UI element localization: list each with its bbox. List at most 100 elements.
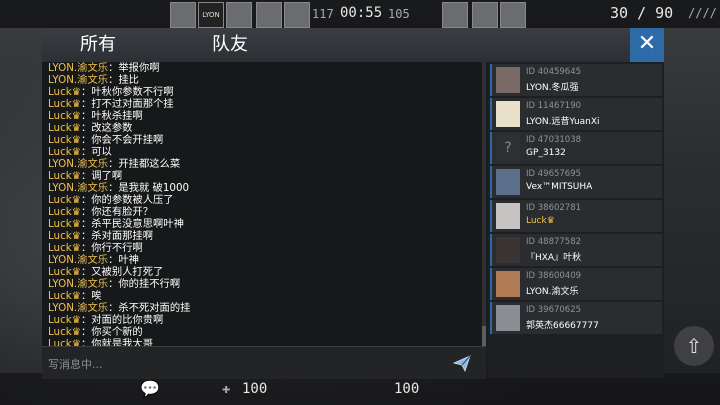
chat-sender-name[interactable]: Luck♛ (48, 218, 81, 230)
chat-separator: ： (80, 266, 92, 278)
chat-sender-name[interactable]: Luck♛ (48, 122, 81, 134)
chat-sender-name[interactable]: Luck♛ (48, 110, 81, 122)
player-card[interactable]: ? ID 47031038 GP_3132 (490, 132, 662, 164)
chat-message-text: 叶秋你参数不行啊 (91, 86, 174, 98)
player-card[interactable]: ID 40459645 LYON.冬瓜强 (490, 64, 662, 96)
player-card[interactable]: ID 39670625 郭英杰66667777 (490, 302, 662, 334)
jump-button[interactable]: ⇧ (674, 326, 714, 366)
chat-message-text: 对面的比你贵啊 (91, 314, 164, 326)
chat-sender-name[interactable]: Luck♛ (48, 242, 81, 254)
chat-message-text: 你买个新的 (91, 326, 143, 338)
chat-message-text: 你会不会开挂啊 (91, 134, 164, 146)
chat-separator: ： (80, 326, 92, 338)
player-id: ID 39670625 (526, 305, 582, 315)
chat-separator: ： (80, 98, 92, 110)
chat-sender-name[interactable]: LYON.渝文乐 (48, 62, 108, 74)
chat-sender-name[interactable]: Luck♛ (48, 194, 81, 206)
chat-message: Luck♛：你的参数被人压了 (42, 194, 482, 206)
chat-message: Luck♛：杀对面那挂啊 (42, 230, 482, 242)
chat-message-text: 举报你啊 (118, 62, 160, 74)
chat-log[interactable]: LYON.渝文乐：举报你啊 LYON.渝文乐：挂比 Luck♛：叶秋你参数不行啊 Lu… (42, 62, 482, 346)
chat-separator: ： (108, 62, 119, 74)
ammo-counter: 30 / 90 (610, 4, 674, 22)
chat-sender-name[interactable]: Luck♛ (48, 326, 81, 338)
chat-message-text: 开挂都这么菜 (118, 158, 181, 170)
player-name: 郭英杰66667777 (526, 321, 599, 331)
chat-message: Luck♛：可以 (42, 146, 482, 158)
chat-message-text: 你行不行啊 (91, 242, 143, 254)
message-input[interactable] (46, 353, 450, 375)
top-hud: LYON 117 00:55 105 30 / 90 //// (0, 0, 720, 28)
chat-sender-name[interactable]: LYON.渝文乐 (48, 74, 108, 86)
chat-message: Luck♛：你行不行啊 (42, 242, 482, 254)
chat-message: Luck♛：又被别人打死了 (42, 266, 482, 278)
chat-separator: ： (80, 122, 92, 134)
chat-message: LYON.渝文乐：叶神 (42, 254, 482, 266)
scrollbar-thumb[interactable] (482, 326, 486, 346)
chat-sender-name[interactable]: Luck♛ (48, 290, 81, 302)
chat-separator: ： (108, 254, 119, 266)
avatar (496, 237, 520, 263)
tab-team[interactable]: 队友 (212, 28, 248, 62)
player-list: ID 40459645 LYON.冬瓜强 ID 11467190 LYON.远昔Yua… (488, 62, 664, 378)
player-card[interactable]: ID 38600409 LYON.渝文乐 (490, 268, 662, 300)
chat-separator: ： (80, 230, 92, 242)
tab-all[interactable]: 所有 (80, 28, 116, 62)
chat-tabs: 所有 队友 ✕ (42, 28, 664, 62)
chat-message-text: 是我就 破1000 (118, 182, 190, 194)
chat-sender-name[interactable]: Luck♛ (48, 86, 81, 98)
player-id: ID 48877582 (526, 237, 582, 247)
chat-separator: ： (80, 86, 92, 98)
chat-sender-name[interactable]: Luck♛ (48, 230, 81, 242)
send-icon (452, 355, 471, 373)
team-avatar (284, 2, 310, 28)
chat-sender-name[interactable]: LYON.渝文乐 (48, 278, 108, 290)
avatar: ? (496, 135, 520, 161)
chat-sender-name[interactable]: Luck♛ (48, 266, 81, 278)
avatar (496, 203, 520, 229)
armor-value: 100 (394, 381, 420, 397)
chat-message: Luck♛：杀平民没意思啊叶神 (42, 218, 482, 230)
chat-sender-name[interactable]: Luck♛ (48, 338, 81, 346)
chat-scrollbar[interactable] (482, 62, 486, 346)
chat-bubble-icon[interactable]: 💬 (140, 379, 160, 398)
enemy-avatar (500, 2, 526, 28)
player-name: 『HXA』叶秋 (526, 253, 582, 263)
player-id: ID 40459645 (526, 67, 582, 77)
close-icon: ✕ (637, 31, 657, 56)
player-card[interactable]: ID 49657695 Vex™MITSUHA (490, 166, 662, 198)
avatar (496, 305, 520, 331)
send-button[interactable] (452, 353, 472, 373)
chat-sender-name[interactable]: Luck♛ (48, 314, 81, 326)
avatar (496, 271, 520, 297)
team-avatar (170, 2, 196, 28)
player-id: ID 11467190 (526, 101, 582, 111)
player-name: LYON.渝文乐 (526, 287, 579, 297)
health-plus-icon: ✚ (222, 381, 231, 397)
player-card[interactable]: ID 48877582 『HXA』叶秋 (490, 234, 662, 266)
player-name: GP_3132 (526, 148, 566, 158)
chat-sender-name[interactable]: Luck♛ (48, 206, 81, 218)
chat-sender-name[interactable]: Luck♛ (48, 146, 81, 158)
chat-message-text: 你的挂不行啊 (118, 278, 181, 290)
chat-message: LYON.渝文乐：你的挂不行啊 (42, 278, 482, 290)
chat-message-text: 叶秋杀挂啊 (91, 110, 143, 122)
chat-sender-name[interactable]: LYON.渝文乐 (48, 254, 108, 266)
chat-separator: ： (80, 314, 92, 326)
chat-sender-name[interactable]: LYON.渝文乐 (48, 302, 108, 314)
chat-sender-name[interactable]: Luck♛ (48, 170, 81, 182)
player-card[interactable]: ID 11467190 LYON.远昔YuanXi (490, 98, 662, 130)
chat-message: LYON.渝文乐：挂比 (42, 74, 482, 86)
player-card[interactable]: ID 38602781 Luck♛ (490, 200, 662, 232)
chat-sender-name[interactable]: Luck♛ (48, 134, 81, 146)
chat-message-text: 杀对面那挂啊 (91, 230, 154, 242)
chat-sender-name[interactable]: LYON.渝文乐 (48, 158, 108, 170)
chat-message-text: 唉 (91, 290, 102, 302)
close-button[interactable]: ✕ (630, 28, 664, 62)
chat-sender-name[interactable]: LYON.渝文乐 (48, 182, 108, 194)
chat-separator: ： (108, 182, 119, 194)
chat-separator: ： (108, 302, 119, 314)
enemy-avatar (472, 2, 498, 28)
chat-sender-name[interactable]: Luck♛ (48, 98, 81, 110)
chat-message-text: 挂比 (118, 74, 139, 86)
